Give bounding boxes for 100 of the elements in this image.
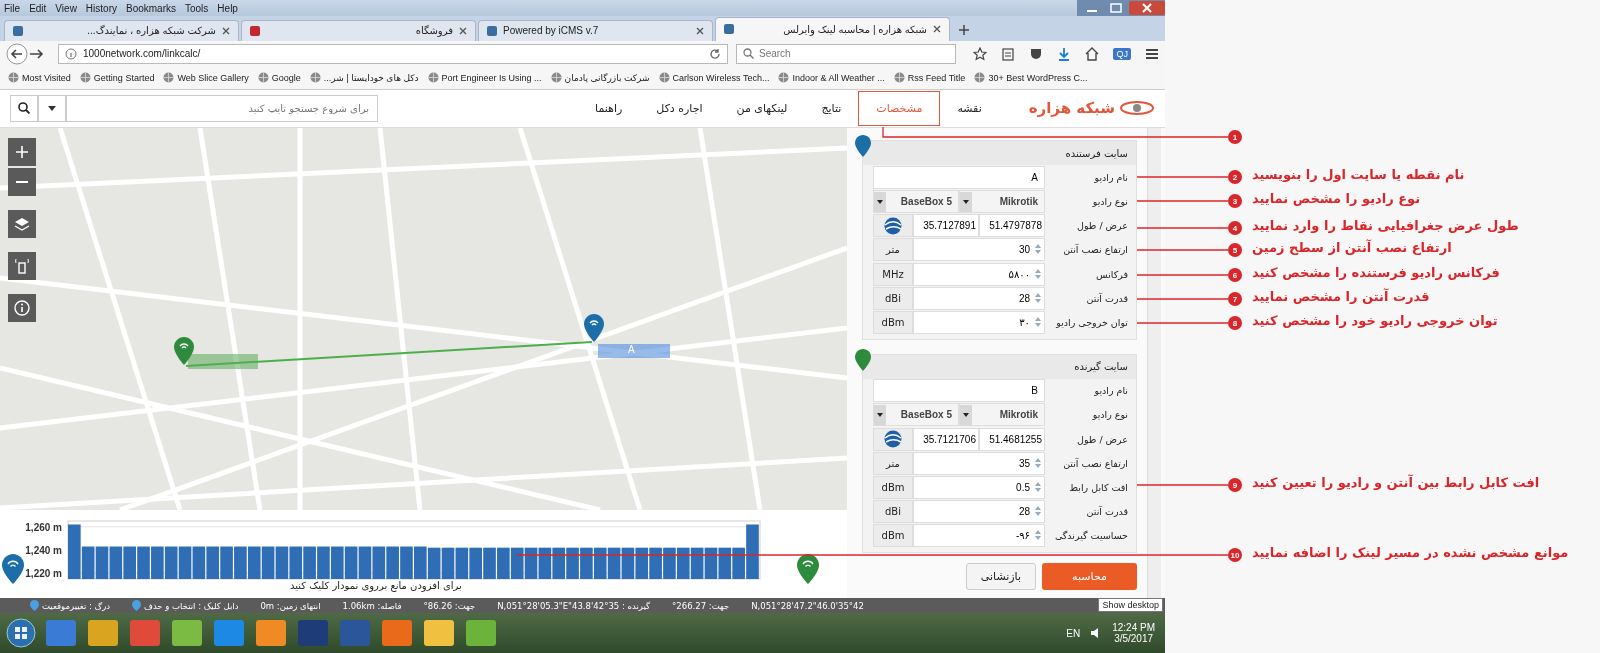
menu-item[interactable]: Tools xyxy=(185,2,209,14)
spinner-icon[interactable] xyxy=(1034,316,1042,329)
nav-tab[interactable]: راهنما xyxy=(578,91,640,125)
elevation-bar[interactable] xyxy=(732,548,745,580)
elevation-bar[interactable] xyxy=(275,546,289,580)
number-field[interactable]: 28 xyxy=(913,500,1045,524)
language-indicator[interactable]: EN xyxy=(1066,627,1081,639)
bookmark-item[interactable]: Port Engineer Is Using ... xyxy=(427,72,542,84)
number-field[interactable]: 35 xyxy=(913,451,1045,475)
bookmark-item[interactable]: Google xyxy=(257,72,301,84)
bookmark-label[interactable]: 30+ Best WordPress C... xyxy=(988,72,1088,83)
number-field[interactable]: 28 xyxy=(913,286,1045,310)
elevation-bar[interactable] xyxy=(427,548,441,580)
elevation-bar[interactable] xyxy=(676,548,690,580)
search-button[interactable] xyxy=(10,94,38,122)
app-icon[interactable] xyxy=(254,618,288,649)
map-pin-icon[interactable] xyxy=(174,337,194,366)
bookmark-item[interactable]: شرکت بازرگانی پادمان xyxy=(550,72,650,84)
menu-item[interactable]: File xyxy=(4,2,21,14)
app-icon[interactable] xyxy=(380,618,414,649)
dropdown[interactable]: Mikrotik xyxy=(959,403,1045,427)
download-icon[interactable] xyxy=(1057,46,1072,61)
coordinate-field[interactable]: 51.4797878 xyxy=(979,214,1045,238)
input-field[interactable]: B xyxy=(873,379,1045,403)
elevation-bar[interactable] xyxy=(358,546,372,580)
elevation-bar[interactable] xyxy=(261,546,275,580)
close-icon[interactable] xyxy=(459,26,467,35)
zoom-out-button[interactable] xyxy=(8,168,36,197)
bookmark-item[interactable]: Most Visited xyxy=(8,72,71,84)
bookmark-label[interactable]: Rss Feed Title xyxy=(907,72,966,83)
elevation-bar[interactable] xyxy=(649,548,662,580)
input-field[interactable]: A xyxy=(873,165,1045,189)
menu-item[interactable]: Edit xyxy=(29,2,47,14)
browser-tab[interactable]: شبکه هزاره | محاسبه لینک وایرلس xyxy=(715,16,950,41)
nav-tab[interactable]: نقشه xyxy=(940,91,999,125)
info-button[interactable] xyxy=(8,294,36,323)
app-icon[interactable] xyxy=(212,618,246,649)
elevation-bar[interactable] xyxy=(289,546,303,580)
number-field[interactable]: -۹۶ xyxy=(913,524,1045,548)
app-icon[interactable] xyxy=(464,618,498,649)
elevation-bar[interactable] xyxy=(455,548,469,580)
clock-time[interactable]: 12:24 PM xyxy=(1112,622,1155,634)
spinner-icon[interactable] xyxy=(1034,267,1042,280)
number-field[interactable]: ۵۸۰۰ xyxy=(913,262,1045,286)
number-field[interactable]: ۳۰ xyxy=(913,311,1045,335)
bookmark-label[interactable]: Indoor & All Weather ... xyxy=(792,72,885,83)
map-pin-icon[interactable] xyxy=(797,554,819,585)
nav-tab[interactable]: نتایج xyxy=(804,91,859,125)
browser-tab[interactable]: شرکت شبکه هزاره ، نمایندگ... xyxy=(4,19,239,41)
elevation-bar[interactable] xyxy=(81,546,95,580)
elevation-bar[interactable] xyxy=(538,548,552,580)
search-field[interactable]: Search xyxy=(736,43,956,64)
bookmark-label[interactable]: Port Engineer Is Using ... xyxy=(441,72,542,83)
elevation-bar[interactable] xyxy=(593,548,607,580)
menu-item[interactable]: Help xyxy=(217,2,238,14)
scrollbar[interactable] xyxy=(1147,128,1161,599)
nav-tab[interactable]: اجاره دکل xyxy=(639,91,720,125)
elevation-bar[interactable] xyxy=(344,546,358,580)
clipboard-icon[interactable] xyxy=(1001,46,1016,61)
layers-button[interactable] xyxy=(8,210,36,239)
elevation-bar[interactable] xyxy=(414,546,427,580)
elevation-bar[interactable] xyxy=(192,546,206,580)
number-field[interactable]: 0.5 xyxy=(913,476,1045,499)
coordinate-field[interactable]: 35.7121706 xyxy=(913,427,979,451)
nav-tab[interactable]: لینکهای من xyxy=(719,91,805,125)
bookmark-label[interactable]: شرکت بازرگانی پادمان xyxy=(564,72,650,83)
bookmark-label[interactable]: Carlson Wireless Tech... xyxy=(672,72,770,83)
bookmark-label[interactable]: دکل های خودایستا | شر... xyxy=(323,72,419,83)
nav-tab[interactable]: مشخصات xyxy=(858,90,941,126)
coordinate-field[interactable]: 35.7127891 xyxy=(913,214,979,238)
map-pin-icon[interactable] xyxy=(2,554,24,585)
account-badge[interactable]: QJ xyxy=(1113,47,1131,60)
app-icon[interactable] xyxy=(86,618,120,649)
elevation-bar[interactable] xyxy=(151,546,164,580)
elevation-bar[interactable] xyxy=(690,548,704,580)
dropdown[interactable]: BaseBox 5 xyxy=(873,403,959,427)
elevation-bar[interactable] xyxy=(704,548,718,580)
shield-icon[interactable] xyxy=(1029,46,1044,61)
spinner-icon[interactable] xyxy=(1034,456,1042,469)
site-logo[interactable]: شبکه هزاره xyxy=(1028,99,1115,118)
elevation-bar[interactable] xyxy=(386,546,399,580)
elevation-bar[interactable] xyxy=(483,548,496,580)
antenna-button[interactable] xyxy=(8,252,36,281)
elevation-bar[interactable] xyxy=(746,524,759,580)
bookmark-label[interactable]: Getting Started xyxy=(93,72,155,83)
elevation-bar[interactable] xyxy=(497,548,510,580)
menu-item[interactable]: View xyxy=(55,2,77,14)
elevation-bar[interactable] xyxy=(663,548,676,580)
elevation-bar[interactable] xyxy=(123,546,136,580)
elevation-bar[interactable] xyxy=(317,546,330,580)
bookmark-label[interactable]: Google xyxy=(271,72,301,83)
spinner-icon[interactable] xyxy=(1034,243,1042,256)
action-button[interactable]: بازنشانی xyxy=(965,562,1036,590)
app-icon[interactable] xyxy=(44,618,78,649)
clock-date[interactable]: 3/5/2017 xyxy=(1114,633,1154,645)
dropdown[interactable]: Mikrotik xyxy=(959,190,1045,214)
menu-icon[interactable] xyxy=(1145,46,1159,61)
elevation-bar[interactable] xyxy=(635,548,649,580)
globe-icon[interactable] xyxy=(884,430,902,449)
elevation-bar[interactable] xyxy=(510,548,524,580)
